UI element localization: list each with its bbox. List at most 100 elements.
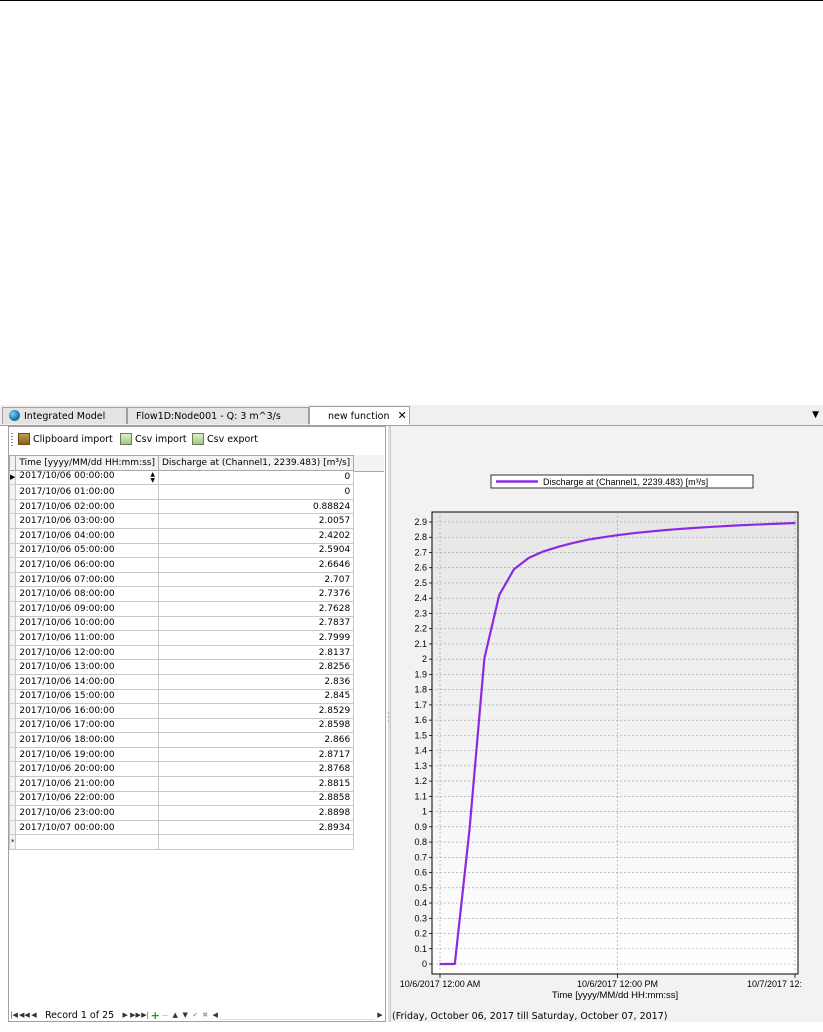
table-row[interactable]: 2017/10/06 19:00:00 2.8717	[8, 746, 355, 763]
table-row[interactable]: 2017/10/06 02:00:00 0.88824	[8, 498, 355, 515]
column-header-time[interactable]: Time [yyyy/MM/dd HH:mm:ss]	[15, 455, 159, 471]
table-row[interactable]: 2017/10/06 18:00:00 2.866	[8, 732, 355, 748]
time-cell[interactable]: 2017/10/06 06:00:00	[15, 557, 159, 573]
time-cell[interactable]: 2017/10/06 22:00:00	[15, 790, 159, 807]
time-cell[interactable]: 2017/10/06 13:00:00	[15, 659, 159, 675]
discharge-cell[interactable]: 2.866	[157, 732, 355, 748]
time-cell[interactable]: 2017/10/06 14:00:00	[15, 673, 159, 690]
time-cell[interactable]: 2017/10/06 12:00:00	[15, 644, 159, 661]
new-discharge-cell[interactable]	[157, 834, 355, 851]
discharge-cell[interactable]: 2.8768	[157, 761, 355, 778]
move-down-icon[interactable]: ▼	[180, 1011, 190, 1019]
discharge-cell[interactable]: 2.4202	[157, 527, 355, 544]
table-row[interactable]: 2017/10/06 05:00:00 2.5904	[8, 542, 355, 559]
discharge-cell[interactable]: 2.8858	[157, 790, 355, 807]
table-row[interactable]: 2017/10/06 14:00:00 2.836	[8, 673, 355, 690]
discharge-cell[interactable]: 2.8934	[157, 819, 355, 836]
table-row[interactable]: 2017/10/06 16:00:00 2.8529	[8, 703, 355, 719]
time-cell[interactable]: 2017/10/06 04:00:00	[15, 527, 159, 544]
previous-record-icon[interactable]: ◀	[29, 1011, 39, 1019]
time-cell[interactable]: 2017/10/06 17:00:00	[15, 717, 159, 734]
new-row[interactable]: *	[8, 834, 355, 851]
table-row[interactable]: ▶ 2017/10/06 00:00:00 ▲ ▼ 0	[8, 469, 355, 486]
time-cell[interactable]: 2017/10/06 01:00:00	[15, 484, 159, 500]
table-row[interactable]: 2017/10/06 09:00:00 2.7628	[8, 600, 355, 617]
time-cell[interactable]: 2017/10/07 00:00:00	[15, 819, 159, 836]
discharge-cell[interactable]: 2.7837	[157, 615, 355, 632]
tab-list-dropdown-icon[interactable]: ▼	[812, 405, 819, 425]
next-page-icon[interactable]: ▶▶	[130, 1011, 141, 1019]
discharge-cell[interactable]: 2.7628	[157, 600, 355, 617]
time-cell[interactable]: 2017/10/06 23:00:00	[15, 805, 159, 821]
discharge-cell[interactable]: 2.0057	[157, 513, 355, 529]
table-row[interactable]: 2017/10/06 07:00:00 2.707	[8, 571, 355, 588]
discharge-cell[interactable]: 2.8598	[157, 717, 355, 734]
previous-page-icon[interactable]: ◀◀	[19, 1011, 30, 1019]
close-icon[interactable]: ✕	[397, 407, 406, 424]
table-row[interactable]: 2017/10/07 00:00:00 2.8934	[8, 819, 355, 836]
discharge-cell[interactable]: 2.7376	[157, 586, 355, 602]
next-record-icon[interactable]: ▶	[120, 1011, 130, 1019]
table-row[interactable]: 2017/10/06 03:00:00 2.0057	[8, 513, 355, 529]
discharge-cell[interactable]: 2.845	[157, 688, 355, 705]
discharge-cell[interactable]: 2.8256	[157, 659, 355, 675]
discharge-cell[interactable]: 0	[157, 469, 355, 486]
new-time-cell[interactable]	[15, 834, 159, 851]
discharge-cell[interactable]: 0	[157, 484, 355, 500]
scroll-left-icon[interactable]: ◀	[210, 1011, 220, 1019]
cancel-edit-icon[interactable]: ✖	[200, 1011, 210, 1019]
time-cell[interactable]: 2017/10/06 00:00:00 ▲ ▼	[15, 469, 159, 486]
discharge-cell[interactable]: 2.8898	[157, 805, 355, 821]
table-row[interactable]: 2017/10/06 17:00:00 2.8598	[8, 717, 355, 734]
time-cell[interactable]: 2017/10/06 09:00:00	[15, 600, 159, 617]
apply-edit-icon[interactable]: ✔	[190, 1011, 200, 1019]
time-cell[interactable]: 2017/10/06 10:00:00	[15, 615, 159, 632]
first-record-icon[interactable]: |◀	[9, 1011, 19, 1019]
time-cell[interactable]: 2017/10/06 08:00:00	[15, 586, 159, 602]
horizontal-scrollbar[interactable]	[220, 1011, 375, 1020]
time-cell[interactable]: 2017/10/06 15:00:00	[15, 688, 159, 705]
time-cell[interactable]: 2017/10/06 18:00:00	[15, 732, 159, 748]
table-row[interactable]: 2017/10/06 06:00:00 2.6646	[8, 557, 355, 573]
tab-integrated-model[interactable]: Integrated Model	[2, 407, 127, 424]
csv-export-button[interactable]: Csv export	[192, 433, 258, 445]
last-record-icon[interactable]: ▶|	[140, 1011, 150, 1019]
column-header-discharge[interactable]: Discharge at (Channel1, 2239.483) [m³/s]	[157, 455, 355, 471]
table-row[interactable]: 2017/10/06 20:00:00 2.8768	[8, 761, 355, 778]
table-row[interactable]: 2017/10/06 23:00:00 2.8898	[8, 805, 355, 821]
tab-flow1d-node001[interactable]: Flow1D:Node001 - Q: 3 m^3/s	[127, 407, 309, 424]
discharge-cell[interactable]: 0.88824	[157, 498, 355, 515]
discharge-cell[interactable]: 2.8137	[157, 644, 355, 661]
discharge-cell[interactable]: 2.7999	[157, 630, 355, 646]
discharge-cell[interactable]: 2.5904	[157, 542, 355, 559]
discharge-cell[interactable]: 2.707	[157, 571, 355, 588]
discharge-cell[interactable]: 2.8529	[157, 703, 355, 719]
table-row[interactable]: 2017/10/06 13:00:00 2.8256	[8, 659, 355, 675]
time-cell[interactable]: 2017/10/06 16:00:00	[15, 703, 159, 719]
time-cell[interactable]: 2017/10/06 20:00:00	[15, 761, 159, 778]
time-cell[interactable]: 2017/10/06 19:00:00	[15, 746, 159, 763]
discharge-cell[interactable]: 2.8815	[157, 776, 355, 792]
table-row[interactable]: 2017/10/06 12:00:00 2.8137	[8, 644, 355, 661]
tab-new-function[interactable]: new function ✕	[309, 406, 410, 425]
time-cell[interactable]: 2017/10/06 05:00:00	[15, 542, 159, 559]
time-cell[interactable]: 2017/10/06 07:00:00	[15, 571, 159, 588]
time-cell[interactable]: 2017/10/06 03:00:00	[15, 513, 159, 529]
scroll-right-icon[interactable]: ▶	[375, 1011, 385, 1019]
move-up-icon[interactable]: ▲	[170, 1011, 180, 1019]
add-record-icon[interactable]: +	[150, 1009, 160, 1022]
table-row[interactable]: 2017/10/06 04:00:00 2.4202	[8, 527, 355, 544]
csv-import-button[interactable]: Csv import	[120, 433, 187, 445]
discharge-cell[interactable]: 2.8717	[157, 746, 355, 763]
table-row[interactable]: 2017/10/06 01:00:00 0	[8, 484, 355, 500]
remove-record-icon[interactable]: —	[160, 1011, 170, 1019]
clipboard-import-button[interactable]: Clipboard import	[18, 433, 113, 445]
time-cell[interactable]: 2017/10/06 21:00:00	[15, 776, 159, 792]
time-cell[interactable]: 2017/10/06 11:00:00	[15, 630, 159, 646]
table-row[interactable]: 2017/10/06 15:00:00 2.845	[8, 688, 355, 705]
table-row[interactable]: 2017/10/06 21:00:00 2.8815	[8, 776, 355, 792]
table-row[interactable]: 2017/10/06 11:00:00 2.7999	[8, 630, 355, 646]
spin-updown-icon[interactable]: ▲ ▼	[150, 471, 155, 484]
table-row[interactable]: 2017/10/06 22:00:00 2.8858	[8, 790, 355, 807]
time-cell[interactable]: 2017/10/06 02:00:00	[15, 498, 159, 515]
